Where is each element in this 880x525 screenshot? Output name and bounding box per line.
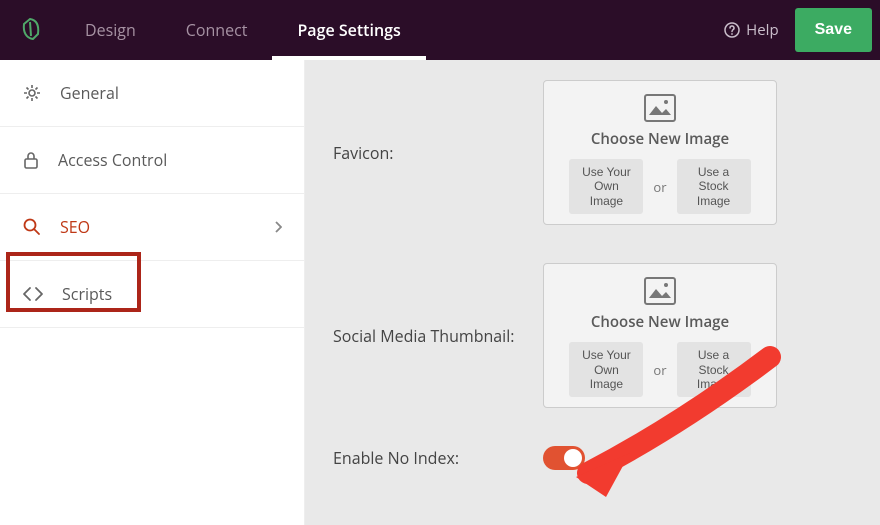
noindex-row: Enable No Index: bbox=[333, 446, 880, 470]
favicon-box: Choose New Image Use Your Own Image or U… bbox=[543, 80, 777, 225]
sidebar-item-scripts[interactable]: Scripts bbox=[0, 261, 304, 328]
or-label: or bbox=[653, 178, 666, 196]
body: General Access Control SEO Scripts bbox=[0, 60, 880, 525]
main-panel: Favicon: Choose New Image Use Your Own I… bbox=[305, 60, 880, 525]
help-link[interactable]: Help bbox=[708, 0, 794, 60]
app-logo bbox=[0, 0, 60, 60]
top-tabs: Design Connect Page Settings bbox=[60, 0, 426, 60]
favicon-label: Favicon: bbox=[333, 142, 543, 164]
choose-image-label: Choose New Image bbox=[554, 312, 766, 332]
save-button[interactable]: Save bbox=[795, 8, 872, 52]
tab-page-settings[interactable]: Page Settings bbox=[272, 0, 425, 60]
use-stock-image-button[interactable]: Use a Stock Image bbox=[677, 159, 751, 214]
code-icon bbox=[22, 285, 44, 303]
choose-image-label: Choose New Image bbox=[554, 129, 766, 149]
image-placeholder-icon bbox=[554, 93, 766, 123]
tab-connect[interactable]: Connect bbox=[161, 0, 273, 60]
gear-icon bbox=[22, 83, 42, 103]
sidebar-item-label: General bbox=[60, 82, 119, 104]
social-label: Social Media Thumbnail: bbox=[333, 325, 543, 347]
sidebar-item-access-control[interactable]: Access Control bbox=[0, 127, 304, 194]
favicon-row: Favicon: Choose New Image Use Your Own I… bbox=[333, 60, 880, 225]
help-icon bbox=[724, 22, 740, 38]
sidebar-item-label: SEO bbox=[60, 216, 90, 238]
sidebar-item-label: Access Control bbox=[58, 149, 167, 171]
use-stock-image-button[interactable]: Use a Stock Image bbox=[677, 342, 751, 397]
chevron-right-icon bbox=[274, 221, 282, 233]
image-button-row: Use Your Own Image or Use a Stock Image bbox=[554, 159, 766, 214]
help-label: Help bbox=[746, 20, 778, 40]
lock-icon bbox=[22, 150, 40, 170]
use-own-image-button[interactable]: Use Your Own Image bbox=[569, 159, 643, 214]
image-button-row: Use Your Own Image or Use a Stock Image bbox=[554, 342, 766, 397]
or-label: or bbox=[653, 361, 666, 379]
leaf-icon bbox=[16, 16, 44, 44]
search-icon bbox=[22, 217, 42, 237]
image-placeholder-icon bbox=[554, 276, 766, 306]
noindex-label: Enable No Index: bbox=[333, 447, 543, 469]
topbar: Design Connect Page Settings Help Save bbox=[0, 0, 880, 60]
sidebar: General Access Control SEO Scripts bbox=[0, 60, 305, 525]
social-box: Choose New Image Use Your Own Image or U… bbox=[543, 263, 777, 408]
social-row: Social Media Thumbnail: Choose New Image… bbox=[333, 263, 880, 408]
use-own-image-button[interactable]: Use Your Own Image bbox=[569, 342, 643, 397]
sidebar-item-general[interactable]: General bbox=[0, 60, 304, 127]
sidebar-item-seo[interactable]: SEO bbox=[0, 194, 304, 261]
tab-design[interactable]: Design bbox=[60, 0, 161, 60]
toggle-knob bbox=[564, 449, 582, 467]
noindex-toggle[interactable] bbox=[543, 446, 585, 470]
sidebar-item-label: Scripts bbox=[62, 283, 112, 305]
